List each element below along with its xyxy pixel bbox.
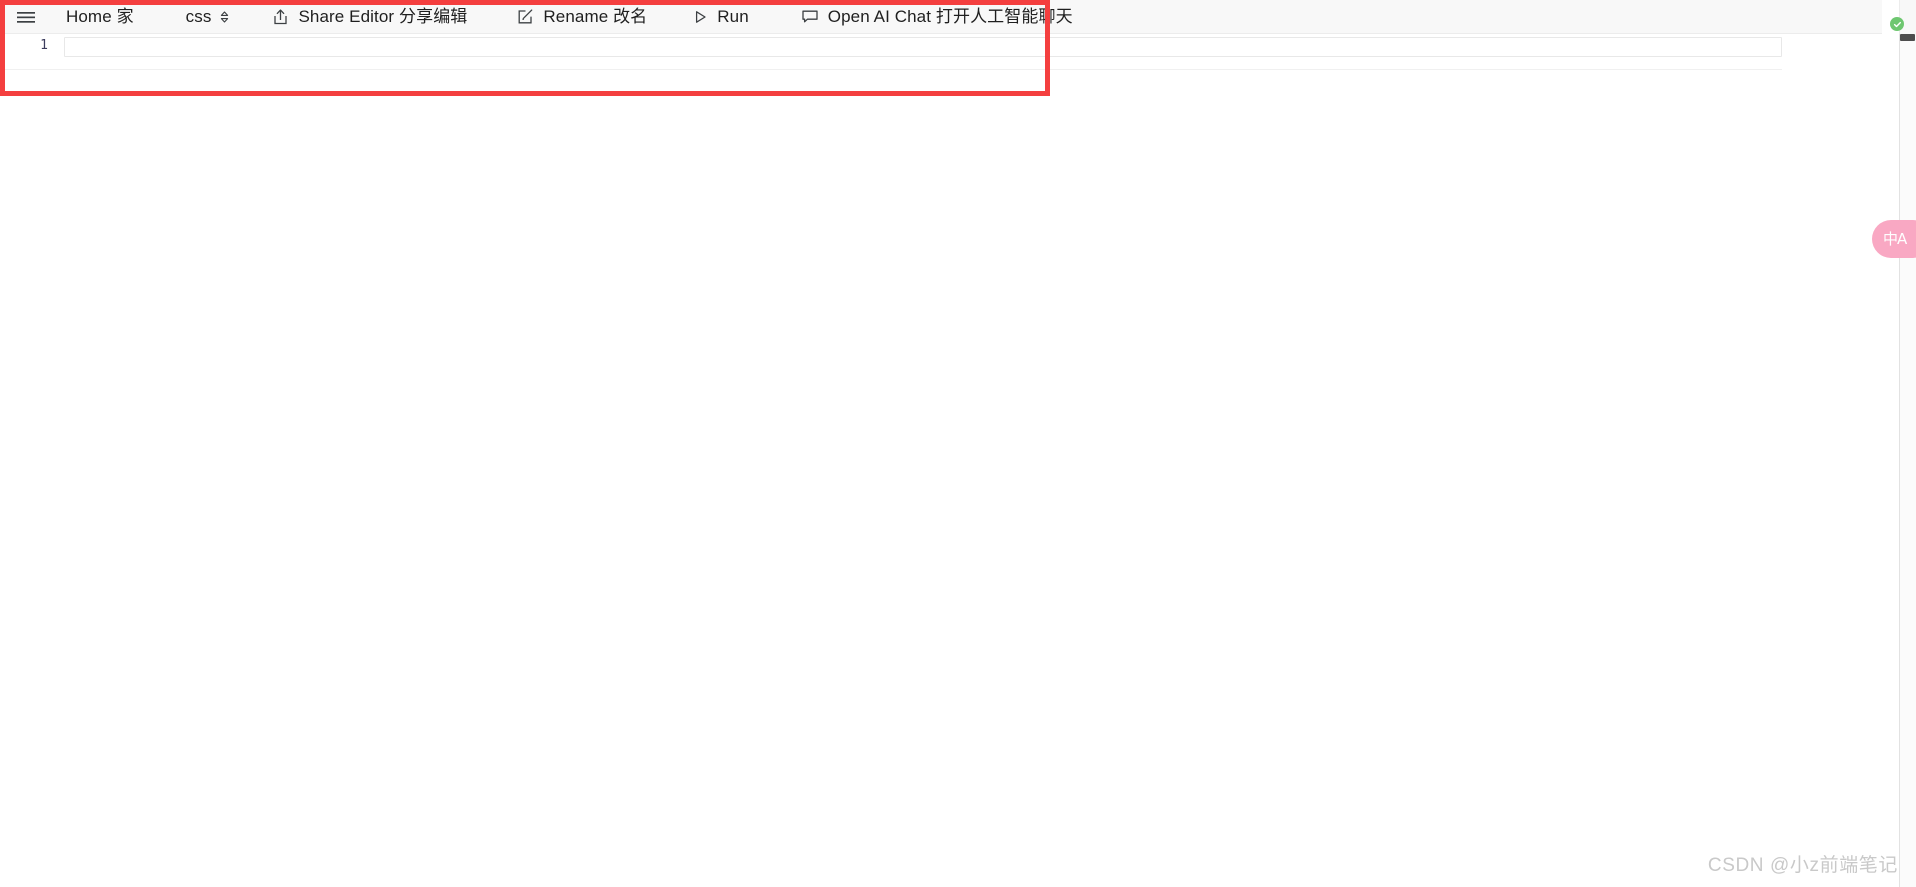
menu-button[interactable]	[16, 0, 36, 34]
editor-divider	[0, 69, 1782, 70]
language-select[interactable]: css	[186, 0, 231, 34]
run-button[interactable]: Run	[693, 0, 749, 34]
line-number: 1	[40, 38, 48, 53]
language-select-value: css	[185, 7, 212, 26]
editor-gutter: 1	[0, 34, 62, 89]
home-label: Home 家	[66, 7, 134, 26]
chat-bubble-icon	[801, 8, 819, 25]
preview-canvas	[0, 89, 1882, 887]
rename-button[interactable]: Rename 改名	[517, 0, 647, 34]
vertical-scrollbar-thumb[interactable]	[1900, 34, 1915, 41]
chevron-updown-icon	[219, 9, 230, 25]
run-label: Run	[717, 7, 749, 26]
edit-square-icon	[517, 8, 534, 25]
rename-label: Rename 改名	[543, 7, 648, 26]
translate-widget-button[interactable]: 中A	[1872, 220, 1916, 258]
check-circle-icon	[1890, 17, 1904, 31]
editor-toolbar: Home 家 css Share Editor 分享编辑 Rename 改名 R…	[0, 0, 1882, 34]
open-ai-chat-label: Open AI Chat 打开人工智能聊天	[827, 7, 1073, 26]
text-caret	[66, 39, 67, 55]
code-line-input[interactable]	[64, 37, 1782, 57]
share-upload-icon	[272, 8, 289, 26]
open-ai-chat-button[interactable]: Open AI Chat 打开人工智能聊天	[801, 0, 1073, 34]
hamburger-icon	[16, 9, 36, 25]
csdn-watermark: CSDN @小z前端笔记	[1707, 855, 1898, 876]
code-editor[interactable]: 1	[0, 34, 1882, 89]
play-triangle-icon	[693, 9, 708, 25]
page-root: Home 家 css Share Editor 分享编辑 Rename 改名 R…	[0, 0, 1916, 887]
share-editor-button[interactable]: Share Editor 分享编辑	[272, 0, 467, 34]
home-button[interactable]: Home 家	[66, 0, 134, 34]
vertical-scrollbar-track[interactable]	[1899, 0, 1916, 887]
translate-icon: 中A	[1883, 229, 1907, 248]
share-editor-label: Share Editor 分享编辑	[298, 7, 468, 26]
